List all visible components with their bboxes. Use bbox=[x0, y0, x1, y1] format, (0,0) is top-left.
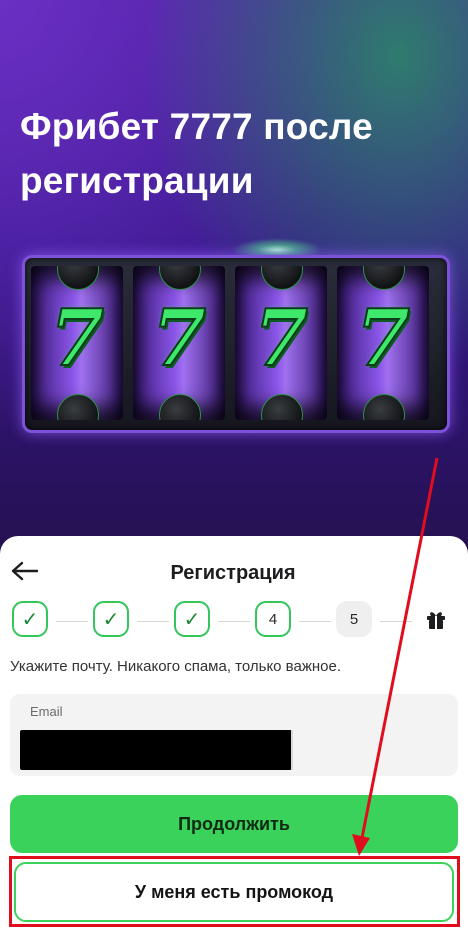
step-connector bbox=[56, 621, 88, 622]
slot-symbol: 7 bbox=[253, 293, 309, 385]
ball-icon bbox=[159, 394, 201, 420]
slot-symbol: 7 bbox=[355, 293, 411, 385]
ball-icon bbox=[57, 394, 99, 420]
step-progress: ✓ ✓ ✓ 4 5 bbox=[0, 600, 468, 640]
step-1: ✓ bbox=[12, 601, 48, 637]
ball-icon bbox=[261, 394, 303, 420]
slot-reel: 7 bbox=[337, 266, 429, 420]
gift-icon bbox=[427, 612, 445, 629]
text-cursor bbox=[291, 730, 293, 770]
promo-banner: Фрибет 7777 после регистрации 7 7 7 7 bbox=[0, 0, 468, 560]
ball-icon bbox=[261, 266, 303, 290]
slot-reel: 7 bbox=[235, 266, 327, 420]
step-3: ✓ bbox=[174, 601, 210, 637]
email-hint: Укажите почту. Никакого спама, только ва… bbox=[10, 658, 341, 675]
promo-title: Фрибет 7777 после регистрации bbox=[20, 106, 373, 201]
promo-code-button[interactable]: У меня есть промокод bbox=[14, 862, 454, 922]
step-connector bbox=[137, 621, 169, 622]
step-connector bbox=[218, 621, 250, 622]
ball-icon bbox=[363, 266, 405, 290]
slot-symbol: 7 bbox=[49, 293, 105, 385]
step-4: 4 bbox=[255, 601, 291, 637]
ball-icon bbox=[363, 394, 405, 420]
page-title: Регистрация bbox=[170, 562, 296, 584]
email-input[interactable] bbox=[20, 730, 292, 770]
step-2: ✓ bbox=[93, 601, 129, 637]
slot-reel: 7 bbox=[31, 266, 123, 420]
slot-symbol: 7 bbox=[151, 293, 207, 385]
slot-machine-image: 7 7 7 7 bbox=[22, 255, 450, 433]
ball-icon bbox=[159, 266, 201, 290]
email-field[interactable]: Email bbox=[10, 694, 458, 776]
email-label: Email bbox=[30, 704, 63, 719]
step-connector bbox=[380, 621, 412, 622]
slot-reel: 7 bbox=[133, 266, 225, 420]
step-5: 5 bbox=[336, 601, 372, 637]
continue-button[interactable]: Продолжить bbox=[10, 795, 458, 853]
step-connector bbox=[299, 621, 331, 622]
ball-icon bbox=[57, 266, 99, 290]
